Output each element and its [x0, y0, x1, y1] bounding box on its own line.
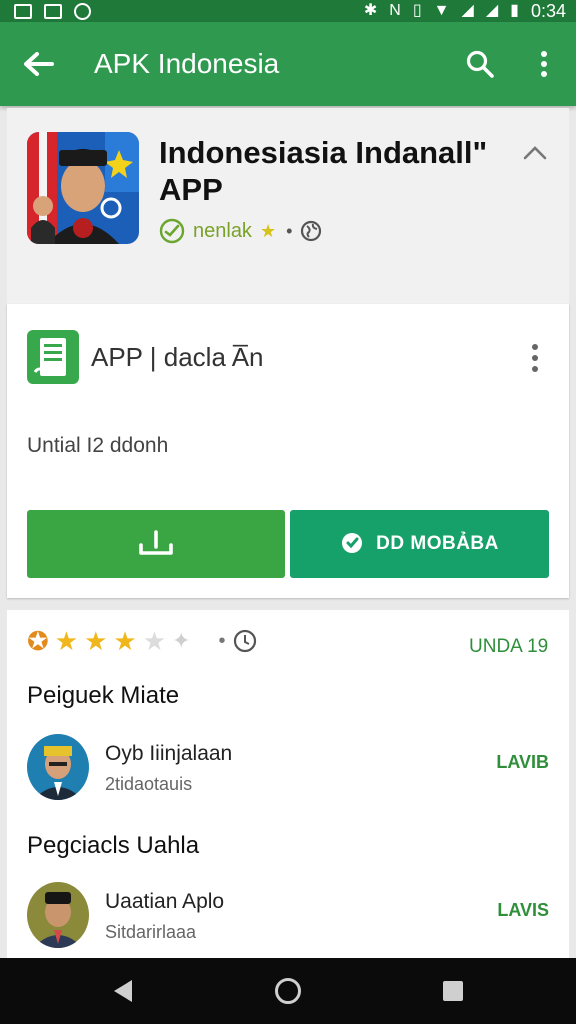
- reviewer-name: Oyb Iiinjalaan: [105, 742, 233, 765]
- image-icon: [14, 3, 32, 19]
- battery-icon: ▮: [510, 2, 519, 19]
- app-header-card: Indonesiasia Indanall" APP nenlak ★ •: [7, 108, 569, 304]
- review-section-heading: Pegciacls Uahla: [27, 832, 200, 859]
- nav-home-icon: [274, 978, 301, 1004]
- open-app-icon: [342, 533, 363, 553]
- download-icon: [139, 530, 173, 555]
- search-button[interactable]: [448, 22, 512, 106]
- rating-date-tag: UNDA 19: [469, 636, 549, 657]
- reviewer-subtitle: 2tidaotauis: [105, 774, 193, 794]
- package-icon: [27, 330, 79, 384]
- package-label: APP | dacla A̅n: [91, 342, 264, 372]
- circle-icon: [74, 2, 91, 20]
- star-empty-icon: ★: [142, 626, 167, 656]
- review-item[interactable]: Oyb Iiinjalaan 2tidaotauis LAVIB: [27, 734, 549, 804]
- nav-recents-icon: [443, 981, 464, 1001]
- review-item[interactable]: Uaatian Aplo Sitdarirlaaa LAVIS: [27, 882, 549, 952]
- nav-recents-button[interactable]: [418, 958, 488, 1024]
- developer-separator: •: [286, 220, 293, 241]
- star-half-icon: ✦: [172, 628, 191, 653]
- rating-dot: •: [218, 629, 226, 652]
- more-vert-icon: [541, 51, 547, 77]
- star-icon: ★: [113, 626, 137, 656]
- package-menu-button[interactable]: [527, 342, 543, 374]
- avatar: [27, 734, 89, 800]
- developer-row: nenlak ★ •: [159, 218, 322, 244]
- bluetooth-icon: ✱: [363, 2, 378, 19]
- open-button[interactable]: DD MOBẢBA: [290, 510, 549, 578]
- app-icon-artwork: [27, 132, 139, 244]
- review-action[interactable]: LAVIS: [497, 900, 549, 921]
- signal-icon: ◢: [461, 2, 474, 19]
- developer-name[interactable]: nenlak: [193, 220, 252, 243]
- editors-choice-icon: ★: [259, 220, 277, 241]
- review-section-heading: Peiguek Miate: [27, 682, 180, 709]
- vibrate-icon: ▯: [412, 2, 422, 19]
- more-vert-icon: [532, 344, 538, 372]
- back-button[interactable]: [0, 22, 76, 106]
- app-icon[interactable]: [27, 132, 139, 244]
- nav-back-button[interactable]: [88, 958, 158, 1024]
- verified-check-icon: [159, 218, 185, 244]
- app-bar-title: APK Indonesia: [94, 48, 280, 79]
- clock-icon: [233, 629, 256, 653]
- reviews-card: ✪ ★ ★ ★ ★ ✦ • UNDA 19 Peiguek Miate Oyb …: [7, 610, 569, 960]
- back-arrow-icon: [24, 52, 54, 76]
- status-time: 0:34: [530, 0, 566, 21]
- search-icon: [466, 50, 494, 78]
- open-button-label: DD MOBẢBA: [376, 533, 499, 554]
- status-right-icons: ✱ N ▯ ▼ ◢ ◢ ▮ 0:34: [364, 1, 566, 22]
- signal-icon: ◢: [485, 2, 499, 19]
- rating-stars: ✪ ★ ★ ★ ★ ✦ •: [27, 628, 258, 654]
- nav-home-button[interactable]: [253, 958, 323, 1024]
- status-left-icons: [14, 2, 91, 20]
- wifi-icon: ▼: [433, 2, 450, 19]
- star-icon: ✪: [27, 626, 49, 656]
- review-action[interactable]: LAVIB: [496, 752, 549, 773]
- app-bar: APK Indonesia: [0, 22, 576, 106]
- nav-back-icon: [113, 980, 132, 1002]
- globe-icon: [301, 220, 322, 242]
- install-subtitle: Untial I2 ddonh: [27, 434, 169, 457]
- reviewer-name: Uaatian Aplo: [105, 890, 225, 913]
- nfc-icon: N: [389, 2, 401, 19]
- install-button[interactable]: [27, 510, 285, 578]
- notification-icon: [44, 3, 62, 19]
- navigation-bar: [0, 958, 576, 1024]
- star-icon: ★: [84, 626, 108, 656]
- reviewer-subtitle: Sitdarirlaaa: [105, 922, 197, 942]
- overflow-menu-button[interactable]: [512, 22, 576, 106]
- status-bar: ✱ N ▯ ▼ ◢ ◢ ▮ 0:34: [0, 0, 576, 22]
- app-title: Indonesiasia Indanall" APP: [159, 135, 488, 207]
- install-card: APP | dacla A̅n Untial I2 ddonh DD MOBẢ…: [7, 304, 569, 598]
- star-icon: ★: [54, 626, 79, 656]
- chevron-up-icon: [523, 146, 547, 160]
- avatar: [27, 882, 89, 948]
- collapse-button[interactable]: [521, 140, 549, 164]
